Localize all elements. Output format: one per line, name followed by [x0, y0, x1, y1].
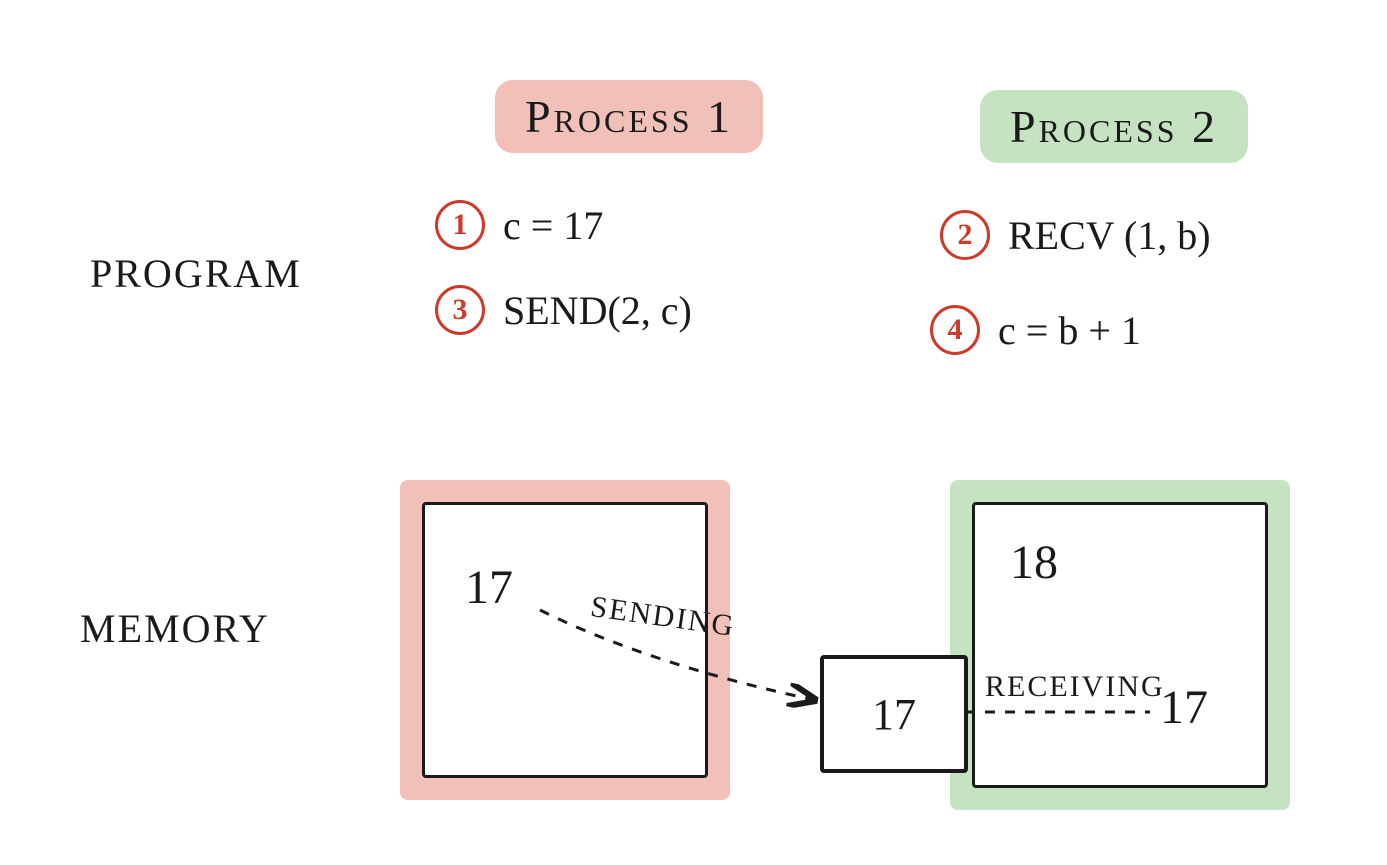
p1-step-1: 1 c = 17: [435, 200, 603, 250]
step-number-3: 3: [435, 285, 485, 335]
step-number-1: 1: [435, 200, 485, 250]
diagram-stage: PROGRAM MEMORY Process 1 Process 2 1 c =…: [0, 0, 1387, 865]
p1-step-1-code: c = 17: [503, 202, 603, 249]
process-2-header: Process 2: [980, 90, 1248, 163]
p2-received-value: 17: [1160, 680, 1208, 735]
memory-section-label: MEMORY: [80, 605, 270, 652]
p2-step-4-code: c = b + 1: [998, 307, 1141, 354]
message-box: 17: [820, 655, 968, 773]
step-number-2: 2: [940, 210, 990, 260]
program-section-label: PROGRAM: [90, 250, 302, 297]
p2-step-2: 2 RECV (1, b): [940, 210, 1211, 260]
memory-box-p1: [400, 480, 730, 800]
step-number-4: 4: [930, 305, 980, 355]
p2-step-4: 4 c = b + 1: [930, 305, 1141, 355]
p1-step-3-code: SEND(2, c): [503, 287, 692, 334]
memory-box-p2: [950, 480, 1290, 810]
process-1-header: Process 1: [495, 80, 763, 153]
p2-step-2-code: RECV (1, b): [1008, 212, 1211, 259]
p1-memory-value: 17: [465, 560, 513, 615]
receiving-label: RECEIVING: [985, 670, 1165, 704]
message-value: 17: [872, 689, 916, 740]
p2-result-value: 18: [1010, 535, 1058, 590]
p1-step-3: 3 SEND(2, c): [435, 285, 692, 335]
